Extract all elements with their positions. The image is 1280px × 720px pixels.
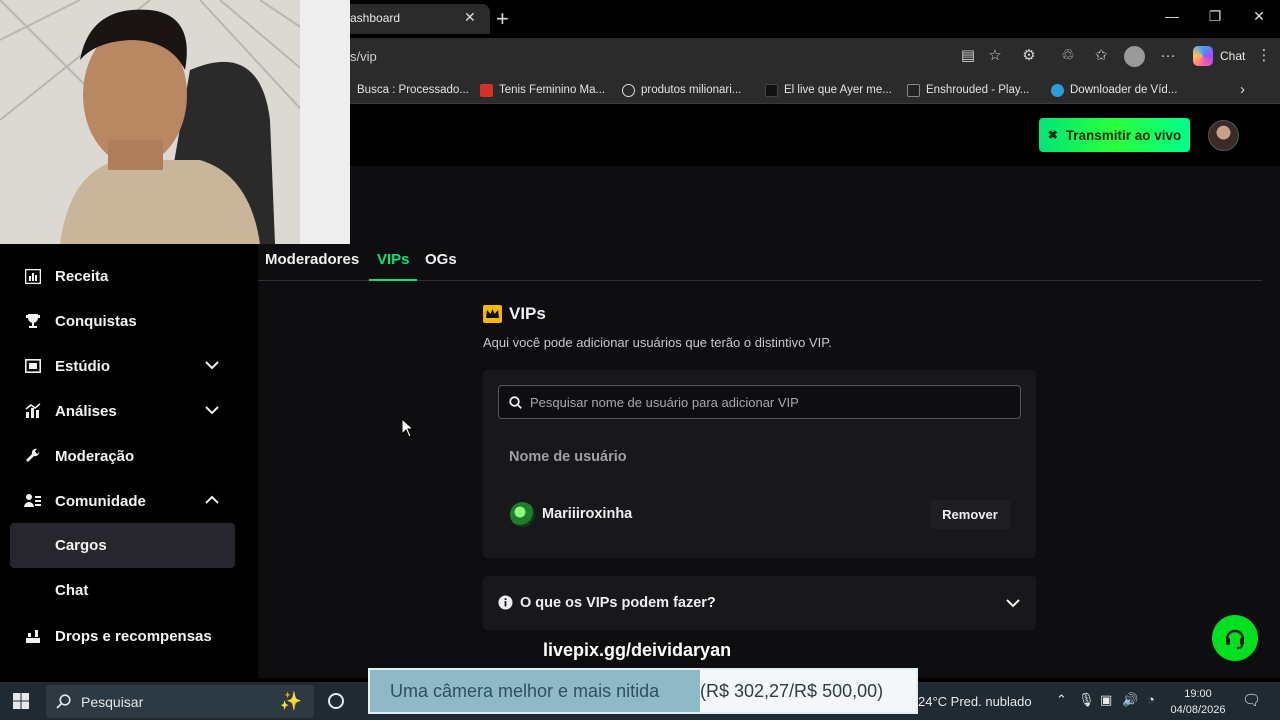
trophy-icon [24,313,41,330]
taskbar-clock[interactable]: 19:00 04/08/2026 [1170,686,1226,718]
clock-date: 04/08/2026 [1170,704,1226,716]
studio-icon [24,358,41,375]
analytics-icon [24,403,41,420]
search-icon [56,694,71,709]
wrench-icon [24,448,41,465]
sidebar-subitem-chat[interactable]: Chat [55,582,88,599]
sidebar-subitem-cargos-label[interactable]: Cargos [55,537,107,554]
chevron-up-icon[interactable] [204,492,220,508]
microphone-icon[interactable]: 🎙 [1078,692,1095,708]
reader-mode-icon[interactable]: ▤ [958,46,978,66]
bookmark-item[interactable]: Enshrouded - Play... [907,81,1029,99]
sidebar-toggle-icon[interactable]: ⋮ [1254,46,1274,66]
search-icon [509,395,522,409]
game-icon [907,83,920,97]
revenue-chart-icon [24,268,41,285]
profile-icon[interactable] [1124,46,1145,67]
chevron-down-icon[interactable] [204,357,220,373]
tiktok-icon [765,83,778,97]
livepix-link-overlay: livepix.gg/deividaryan [543,640,732,660]
mouse-cursor [401,418,414,438]
avatar [510,502,535,527]
more-options-icon[interactable]: ··· [1158,46,1178,66]
volume-icon[interactable]: 🔊 [1122,692,1138,708]
network-icon[interactable]: ◔ [1147,692,1155,707]
vip-section-description: Aqui você pode adicionar usuários que te… [483,335,832,350]
chevron-down-icon[interactable] [204,402,220,418]
remove-vip-button[interactable]: Remover [930,500,1010,529]
user-avatar[interactable] [1208,120,1239,151]
minimize-icon[interactable]: — [1162,8,1182,24]
chevron-down-icon[interactable] [1005,595,1021,611]
tray-chevron-up-icon[interactable]: ⌃ [1056,692,1067,708]
bookmark-item[interactable]: El live que Ayer me... [765,81,892,99]
headset-icon [1223,626,1247,650]
download-site-icon [1051,83,1064,97]
restore-icon[interactable]: ❐ [1205,8,1225,25]
vip-username[interactable]: Mariiiroxinha [542,506,632,522]
browser-tab-title: ashboard [350,11,401,25]
go-live-button[interactable]: ✖ Transmitir ao vivo [1039,118,1190,152]
globe-icon [622,83,635,97]
donation-goal-amount: (R$ 302,27/R$ 500,00) [700,670,916,712]
sidebar-item-drops[interactable]: Drops e recompensas [24,624,224,648]
windows-start-icon[interactable] [13,693,29,709]
shop-icon [480,83,493,97]
bookmark-item[interactable]: produtos milionari... [622,81,741,99]
cortana-icon[interactable] [328,693,344,709]
weather-widget[interactable]: 24°C Pred. nublado [918,694,1032,709]
sidebar-item-analises[interactable]: Análises [24,399,224,423]
window-close-icon[interactable]: ✕ [1249,8,1269,25]
broadcast-icon: ✖ [1047,128,1058,142]
favorites-icon[interactable]: ✩ [1091,46,1111,66]
url-text[interactable]: s/vip [350,49,377,64]
sidebar-item-estudio[interactable]: Estúdio [24,354,224,378]
new-tab-icon[interactable]: + [496,6,509,32]
taskbar-search[interactable]: Pesquisar ✨ [46,685,314,718]
vip-search-field[interactable] [498,385,1021,419]
community-icon [24,493,41,510]
extensions-icon[interactable]: ⚙ [1019,46,1039,66]
sidebar-item-moderacao[interactable]: Moderação [24,444,224,468]
active-tab-indicator [369,279,417,281]
donation-goal-overlay: Uma câmera melhor e mais nitida (R$ 302,… [368,668,918,714]
favorite-star-icon[interactable]: ☆ [985,46,1005,66]
tab-moderadores[interactable]: Moderadores [265,251,359,268]
vip-search-input[interactable] [530,394,1010,410]
tab-vips[interactable]: VIPs [377,251,410,268]
copilot-label[interactable]: Chat [1220,49,1245,63]
bookmark-item[interactable]: Busca : Processado... [357,81,469,99]
donation-goal-text: Uma câmera melhor e mais nitida [390,680,660,701]
tab-ogs[interactable]: OGs [425,251,457,268]
info-icon [498,595,513,610]
faq-question[interactable]: O que os VIPs podem fazer? [520,595,716,611]
sidebar-item-conquistas[interactable]: Conquistas [24,309,224,333]
notifications-icon[interactable]: 🗨 [1242,691,1261,709]
username-column-header: Nome de usuário [509,449,627,465]
bookmark-item[interactable]: Tenis Feminino Ma... [480,81,605,99]
sidebar-item-receita[interactable]: Receita [24,264,224,288]
tab-close-icon[interactable]: ✕ [464,9,476,26]
display-icon[interactable]: ▣ [1100,692,1112,708]
sidebar-subitem-cargos[interactable] [10,523,235,568]
vip-section-title: VIPs [509,304,546,323]
copilot-icon[interactable] [1193,46,1213,66]
performance-icon[interactable]: ♲ [1058,46,1078,66]
crown-icon [483,305,502,323]
bookmarks-more-icon[interactable]: › [1240,81,1245,98]
sparkle-icon: ✨ [279,691,302,711]
clock-time: 19:00 [1184,688,1212,700]
bookmark-item[interactable]: Downloader de Víd... [1051,81,1177,99]
sidebar-item-comunidade[interactable]: Comunidade [24,489,224,513]
webcam-overlay [0,0,350,244]
support-chat-button[interactable] [1212,615,1258,661]
drops-icon [24,628,41,645]
